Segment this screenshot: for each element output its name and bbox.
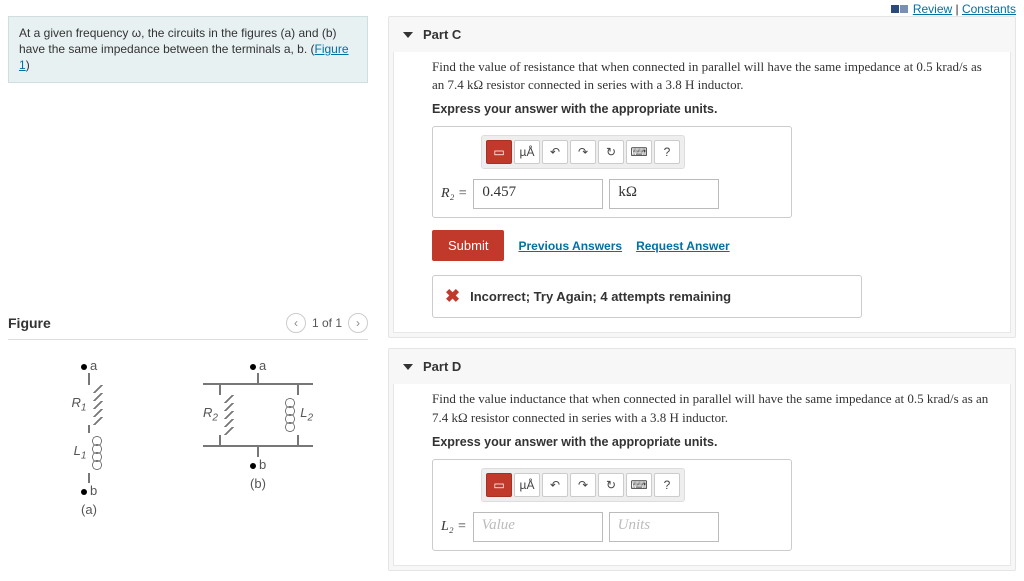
keyboard-button[interactable]: ⌨ xyxy=(626,140,652,164)
reset-button-d[interactable]: ↻ xyxy=(598,473,624,497)
part-c-instructions: Express your answer with the appropriate… xyxy=(432,102,996,116)
part-d-instructions: Express your answer with the appropriate… xyxy=(432,435,996,449)
circuit-b: a R2 xyxy=(188,358,328,491)
keyboard-button-d[interactable]: ⌨ xyxy=(626,473,652,497)
redo-button-d[interactable]: ↷ xyxy=(570,473,596,497)
help-button-d[interactable]: ? xyxy=(654,473,680,497)
part-c-feedback: ✖ Incorrect; Try Again; 4 attempts remai… xyxy=(432,275,862,318)
top-links: Review | Constants xyxy=(891,2,1016,16)
part-d-toolbar: ▭ µÅ ↶ ↷ ↻ ⌨ ? xyxy=(481,468,685,502)
part-c-var-label: R₂ = xyxy=(441,186,467,202)
intro-text-1: At a given frequency ω, the circuits in … xyxy=(19,26,337,56)
figure-area: a R1 L1 b (a) a xyxy=(8,358,368,548)
caption-a: (a) xyxy=(44,502,134,517)
node-a: a xyxy=(90,358,97,373)
redo-button[interactable]: ↷ xyxy=(570,140,596,164)
inductor-icon-2 xyxy=(283,395,297,435)
review-link[interactable]: Review xyxy=(913,2,952,16)
part-d: Part D Find the value inductance that wh… xyxy=(388,348,1016,570)
figure-pager: ‹ 1 of 1 › xyxy=(286,313,368,333)
part-d-var-label: L₂ = xyxy=(441,519,467,535)
part-c-header[interactable]: Part C xyxy=(389,17,1015,52)
label-r2: R2 xyxy=(203,405,218,424)
part-c-unit-input[interactable]: kΩ xyxy=(609,179,719,209)
label-l1: L1 xyxy=(74,443,87,462)
pager-prev-button[interactable]: ‹ xyxy=(286,313,306,333)
units-button[interactable]: µÅ xyxy=(514,140,540,164)
units-button-d[interactable]: µÅ xyxy=(514,473,540,497)
node-a-b: a xyxy=(259,358,266,373)
part-d-unit-input[interactable]: Units xyxy=(609,512,719,542)
part-c-toolbar: ▭ µÅ ↶ ↷ ↻ ⌨ ? xyxy=(481,135,685,169)
part-c-feedback-text: Incorrect; Try Again; 4 attempts remaini… xyxy=(470,289,731,304)
part-d-header[interactable]: Part D xyxy=(389,349,1015,384)
incorrect-icon: ✖ xyxy=(445,286,460,307)
part-c-value-input[interactable]: 0.457 xyxy=(473,179,603,209)
help-button[interactable]: ? xyxy=(654,140,680,164)
review-icon xyxy=(891,5,899,13)
problem-intro: At a given frequency ω, the circuits in … xyxy=(8,16,368,83)
figure-title: Figure xyxy=(8,315,51,331)
caret-down-icon xyxy=(403,32,413,38)
part-c-request-answer-link[interactable]: Request Answer xyxy=(636,239,730,253)
undo-button-d[interactable]: ↶ xyxy=(542,473,568,497)
node-b: b xyxy=(90,483,97,498)
part-d-title: Part D xyxy=(423,359,461,374)
part-c-title: Part C xyxy=(423,27,461,42)
resistor-icon-2 xyxy=(221,395,237,435)
part-c-answer-frame: ▭ µÅ ↶ ↷ ↻ ⌨ ? R₂ = 0.457 kΩ xyxy=(432,126,792,218)
inductor-icon xyxy=(90,433,104,473)
undo-button[interactable]: ↶ xyxy=(542,140,568,164)
pager-next-button[interactable]: › xyxy=(348,313,368,333)
part-d-question: Find the value inductance that when conn… xyxy=(432,390,996,426)
review-icon-2 xyxy=(900,5,908,13)
reset-button[interactable]: ↻ xyxy=(598,140,624,164)
pager-label: 1 of 1 xyxy=(312,316,342,330)
part-c-previous-answers-link[interactable]: Previous Answers xyxy=(518,239,622,253)
node-b-b: b xyxy=(259,457,266,472)
label-l2: L2 xyxy=(300,405,313,424)
resistor-icon xyxy=(90,385,106,425)
label-r1: R1 xyxy=(72,395,87,414)
part-c-question: Find the value of resistance that when c… xyxy=(432,58,996,94)
figure-panel: Figure ‹ 1 of 1 › a R1 L1 xyxy=(8,313,368,548)
part-d-value-input[interactable]: Value xyxy=(473,512,603,542)
templates-button-d[interactable]: ▭ xyxy=(486,473,512,497)
caret-down-icon-2 xyxy=(403,364,413,370)
part-c: Part C Find the value of resistance that… xyxy=(388,16,1016,338)
templates-button[interactable]: ▭ xyxy=(486,140,512,164)
intro-text-2: ) xyxy=(26,58,30,72)
constants-link[interactable]: Constants xyxy=(962,2,1016,16)
caption-b: (b) xyxy=(188,476,328,491)
part-d-answer-frame: ▭ µÅ ↶ ↷ ↻ ⌨ ? L₂ = Value Units xyxy=(432,459,792,551)
part-c-submit-button[interactable]: Submit xyxy=(432,230,504,261)
circuit-a: a R1 L1 b (a) xyxy=(44,358,134,517)
